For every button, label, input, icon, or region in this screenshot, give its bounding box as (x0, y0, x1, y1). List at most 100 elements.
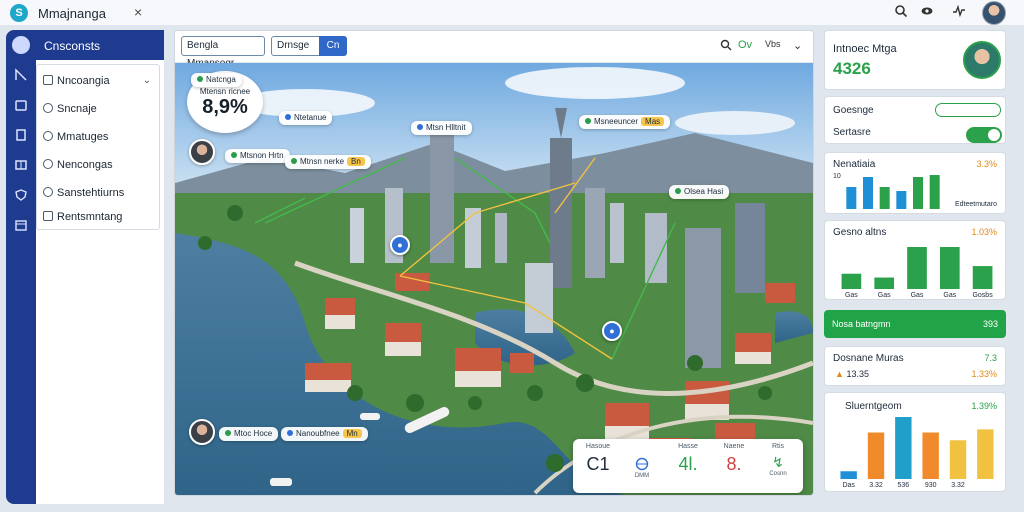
icon-rail (6, 30, 36, 504)
bar (841, 273, 862, 289)
map-avatar[interactable] (189, 419, 215, 445)
pulse-icon[interactable] (950, 4, 968, 22)
map-callout[interactable]: Natcnga (191, 73, 242, 87)
metric-card[interactable]: Sluerntgeom 1.39% Das 3.32 536 930 3.32 (824, 392, 1006, 492)
calendar-icon[interactable] (12, 218, 30, 236)
bar (907, 247, 927, 289)
callout-text: Msneeuncer (594, 117, 639, 126)
card-row-value: 1.33% (971, 369, 997, 379)
filter-chips[interactable] (935, 103, 1001, 117)
sidebar-item[interactable]: Sanstehtiurns (43, 183, 155, 203)
close-icon[interactable]: × (134, 4, 142, 20)
profile-card[interactable]: Intnoec Mtga 4326 (824, 30, 1006, 90)
bar-label: Gas (878, 292, 891, 299)
sidebar-item[interactable]: Rentsmntang (43, 207, 155, 227)
map-panel: Bengla Mmansogr Drnsge Cn Ov Vbs ⌄ (174, 30, 814, 496)
bar (846, 187, 857, 209)
sidebar-item-label: Nencongas (57, 159, 113, 171)
search-button[interactable]: Cn (319, 36, 347, 56)
location-field[interactable]: Bengla Mmansogr (181, 36, 265, 69)
card-row-label: ▲ 13.35 (835, 369, 869, 379)
bar (867, 432, 885, 479)
sidebar-item[interactable]: Nncoangia ⌄ (43, 71, 155, 91)
stat-item: Hasse 4l. (665, 443, 711, 475)
bar (929, 175, 940, 209)
banner-value: 393 (982, 319, 998, 329)
rail-home-icon[interactable] (12, 36, 30, 54)
card-value: 3.3% (976, 159, 997, 169)
sidebar-item-label: Sncnaje (57, 103, 97, 115)
bar-label: 536 (897, 482, 909, 489)
map-callout[interactable]: Ntetanue (279, 111, 333, 125)
map-callout[interactable]: Mtsnon Hrtn (225, 149, 290, 163)
pin-icon (43, 103, 53, 113)
map-callout[interactable]: Olsea Hasi (669, 185, 730, 199)
bar-label: Gas (911, 292, 924, 299)
sidebar-item[interactable]: Nencongas (43, 155, 155, 175)
top-bar: S Mmajnanga × (0, 0, 1024, 26)
stat-item: DMM (619, 443, 665, 479)
view-select[interactable]: Vbs (765, 39, 781, 49)
doc-icon (43, 211, 53, 221)
stat-label: Hasse (678, 443, 698, 450)
card-title: Sluerntgeom (845, 401, 902, 412)
stat-item: Rtis ↯ Cosnn (755, 443, 801, 477)
metric-card[interactable]: Nenatiaia 3.3% 10 Edteetmutaro (824, 152, 1006, 214)
map-callout[interactable]: Msneeuncer Mas (579, 115, 671, 129)
map-callout[interactable]: Mtoc Hoce (219, 427, 279, 441)
card-value: 1.39% (971, 401, 997, 411)
box-icon[interactable] (12, 98, 30, 116)
bar-chart (846, 175, 940, 209)
callout-tag: Bn (347, 157, 365, 166)
avatar[interactable] (963, 41, 1001, 79)
card-title: Dosnane Muras (833, 353, 904, 364)
sidebar-item[interactable]: Sncnaje (43, 99, 155, 119)
map-callout[interactable]: Mtnsn nerke Bn (285, 155, 371, 169)
sidebar-item[interactable]: Mmatuges (43, 127, 155, 147)
callout-text: Ntetanue (294, 113, 327, 122)
bar (977, 429, 994, 479)
trend-icon: ↯ (772, 454, 784, 470)
map-pin-icon[interactable]: ● (390, 235, 410, 255)
row-label-text: 13.35 (846, 369, 869, 379)
app-title: Mmajnanga (38, 6, 106, 21)
callout-text: Mtoc Hoce (234, 429, 273, 438)
stat-label: Hasoue (585, 443, 611, 450)
stat-value: 4l. (678, 454, 698, 474)
bar-chart: Das 3.32 536 930 3.32 (840, 417, 994, 489)
bar-label: 930 (925, 482, 937, 489)
stat-sub: Cosnn (769, 471, 787, 477)
grid-icon[interactable] (12, 158, 30, 176)
doc-icon[interactable] (12, 128, 30, 146)
bar (874, 277, 895, 289)
list-icon (43, 75, 53, 85)
bar-label: 3.32 (869, 482, 883, 489)
sidebar-item-label: Mmatuges (57, 131, 109, 143)
chart-icon[interactable] (12, 68, 30, 86)
map-avatar[interactable] (189, 139, 215, 165)
chevron-down-icon[interactable]: ⌄ (143, 71, 151, 91)
setting-toggle[interactable] (966, 127, 1002, 143)
shield-icon[interactable] (12, 188, 30, 206)
bar (922, 432, 939, 479)
map-callout[interactable]: Nanoubfnee Mn (281, 427, 368, 441)
map-pin-icon[interactable]: ● (602, 321, 622, 341)
metric-card[interactable]: Gesno altns 1.03% Gas Gas Gas Gas Gosbs (824, 220, 1006, 300)
eye-icon[interactable] (918, 4, 936, 22)
card-title: Gesno altns (833, 227, 887, 238)
fullscreen-icon[interactable] (720, 39, 732, 54)
avatar[interactable] (982, 1, 1006, 25)
chevron-down-icon[interactable]: ⌄ (793, 39, 802, 52)
profile-value: 4326 (833, 59, 871, 78)
metric-card[interactable]: Dosnane Muras 7.3 ▲ 13.35 1.33% (824, 346, 1006, 386)
search-icon[interactable] (892, 4, 910, 22)
bar (913, 177, 923, 209)
callout-text: Mtsn Hlltnit (426, 123, 466, 132)
map-callout[interactable]: Mtsn Hlltnit (411, 121, 472, 135)
overlay-toggle[interactable]: Ov (738, 39, 752, 51)
stat-value: 8. (726, 454, 742, 474)
bar-label: Das (842, 482, 855, 489)
search-input[interactable]: Drnsge (271, 36, 321, 56)
status-banner[interactable]: Nosa batngmn 393 (824, 310, 1006, 338)
callout-tag: Mn (342, 429, 362, 438)
